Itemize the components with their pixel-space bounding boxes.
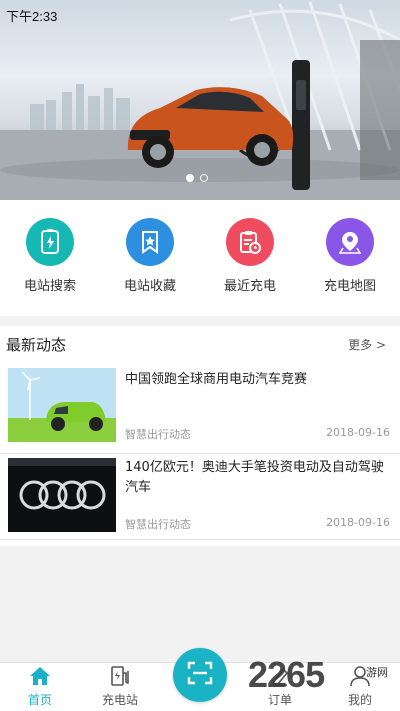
charge-map-label: 充电地图 [323, 279, 376, 294]
news-thumbnail [8, 458, 116, 532]
watermark-logo: 2265 [248, 654, 325, 695]
tab-stations[interactable]: 充电站 [90, 665, 150, 708]
scan-icon [187, 661, 213, 689]
watermark-sub: 游网 [366, 666, 388, 679]
charger-icon [90, 665, 150, 687]
news-date: 2018-09-16 [326, 426, 390, 439]
station-favorites-label: 电站收藏 [123, 279, 176, 294]
news-header: 最新动态 更多 > [0, 326, 400, 364]
promo-banner[interactable]: 下午2:33 [0, 0, 400, 200]
recent-charge-label: 最近充电 [223, 279, 276, 294]
station-search-button[interactable]: 电站搜索 [0, 218, 100, 294]
news-title: 最新动态 [6, 336, 67, 354]
banner-pagination[interactable] [186, 174, 208, 182]
tab-home[interactable]: 首页 [10, 665, 70, 708]
news-thumbnail [8, 368, 116, 442]
divider [0, 539, 400, 540]
status-bar-time: 下午2:33 [6, 9, 58, 24]
news-source: 智慧出行动态 [125, 428, 191, 441]
charge-map-button[interactable]: 充电地图 [300, 218, 400, 294]
news-headline: 140亿欧元！奥迪大手笔投资电动及自动驾驶汽车 [125, 460, 384, 495]
tab-home-label: 首页 [27, 693, 52, 707]
home-icon [10, 665, 70, 687]
banner-image [0, 1, 400, 200]
news-headline: 中国领跑全球商用电动汽车竞赛 [125, 372, 308, 387]
news-more-link[interactable]: 更多 > [348, 336, 386, 353]
tab-profile-label: 我的 [347, 693, 372, 707]
station-search-icon [26, 218, 74, 266]
map-pin-icon [326, 218, 374, 266]
scan-button[interactable] [173, 648, 227, 702]
news-item[interactable]: 140亿欧元！奥迪大手笔投资电动及自动驾驶汽车 智慧出行动态 2018-09-1… [0, 458, 400, 542]
news-date: 2018-09-16 [326, 516, 390, 529]
station-search-label: 电站搜索 [23, 279, 76, 294]
bookmark-icon [126, 218, 174, 266]
divider [0, 453, 400, 454]
banner-dot-active[interactable] [186, 174, 194, 182]
quick-actions: 电站搜索 电站收藏 最近充电 充电地图 [0, 200, 400, 316]
banner-dot[interactable] [200, 174, 208, 182]
news-section: 最新动态 更多 > 中国领跑全球商用电动汽车竞赛 智慧出行动态 2018-09-… [0, 326, 400, 546]
station-favorites-button[interactable]: 电站收藏 [100, 218, 200, 294]
news-item[interactable]: 中国领跑全球商用电动汽车竞赛 智慧出行动态 2018-09-16 [0, 366, 400, 450]
recent-charge-icon [226, 218, 274, 266]
tab-stations-label: 充电站 [101, 693, 138, 707]
recent-charge-button[interactable]: 最近充电 [200, 218, 300, 294]
news-source: 智慧出行动态 [125, 518, 191, 531]
